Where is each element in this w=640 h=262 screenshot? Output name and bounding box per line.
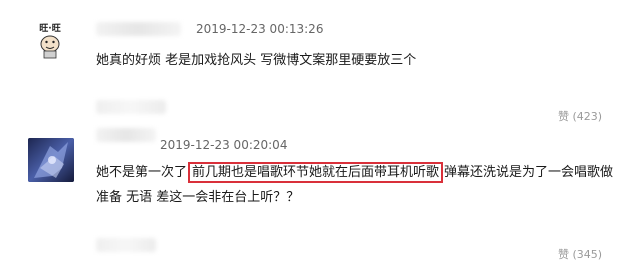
cartoon-avatar-icon: 旺·旺 [30, 20, 70, 60]
comment-text: 她真的好烦 老是加戏抢风头 写微博文案那里硬要放三个 [96, 53, 417, 68]
user-avatar[interactable]: 旺·旺 [30, 20, 70, 60]
comment-text-line-2: 准备 无语 差这一会非在台上听？？ [96, 190, 300, 205]
reply-blurred [96, 238, 156, 252]
comment-timestamp: 2019-12-23 00:13:26 [196, 22, 324, 36]
anime-avatar-icon [28, 138, 74, 182]
comment-text-before: 她不是第一次了 [96, 165, 188, 180]
username-blurred[interactable] [96, 128, 156, 142]
svg-text:旺·旺: 旺·旺 [39, 23, 60, 34]
reply-blurred [96, 100, 166, 114]
username-blurred[interactable] [96, 22, 181, 36]
comment-item: 2019-12-23 00:20:04 她不是第一次了 前几期也是唱歌环节她就在后… [0, 118, 640, 261]
like-count[interactable]: 赞 (345) [558, 246, 602, 262]
comment-item: 旺·旺 2019-12-23 00:13:26 她真的好烦 老是加戏抢风头 写微… [0, 0, 640, 123]
comment-text-line-1: 她不是第一次了 前几期也是唱歌环节她就在后面带耳机听歌 弹幕还洗说是为了一会唱歌做 [96, 162, 613, 184]
comment-text-after: 弹幕还洗说是为了一会唱歌做 [444, 165, 614, 180]
highlighted-text: 前几期也是唱歌环节她就在后面带耳机听歌 [188, 162, 444, 183]
comment-timestamp: 2019-12-23 00:20:04 [160, 138, 288, 152]
user-avatar[interactable] [28, 138, 74, 182]
